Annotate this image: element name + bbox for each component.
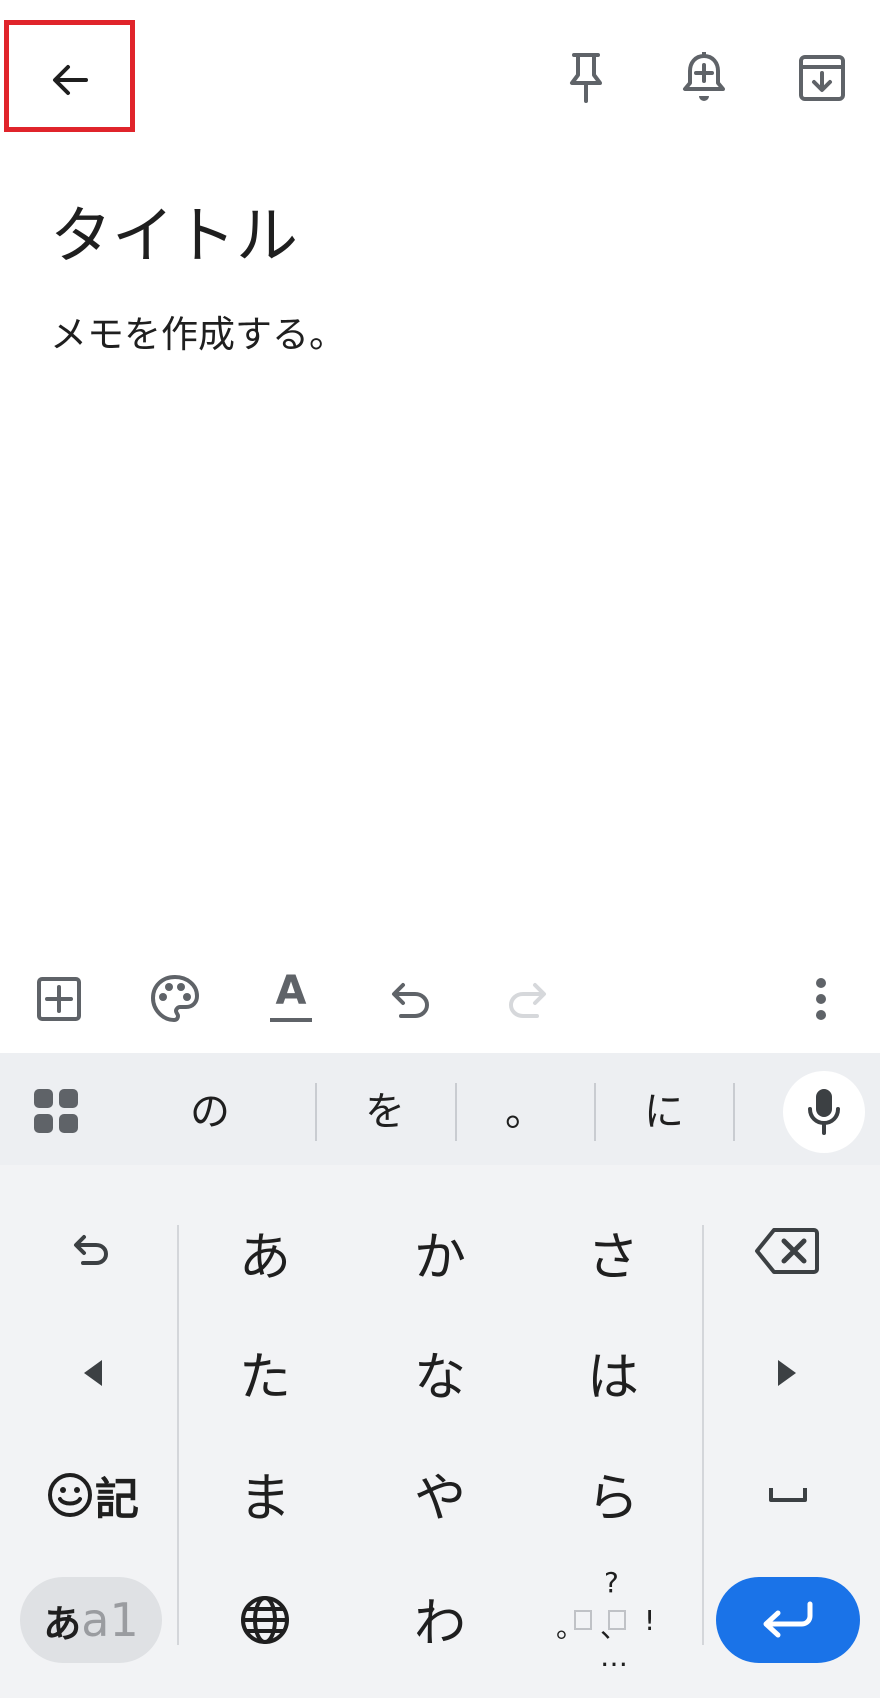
input-mode-key[interactable]: あ a1 [20,1577,162,1663]
back-button-highlight [4,20,135,132]
kana-key[interactable]: た [205,1332,325,1412]
kana-key[interactable]: か [380,1212,500,1292]
cursor-left-key[interactable] [50,1340,134,1406]
kana-key[interactable]: ら [553,1453,673,1533]
kana-key[interactable]: あ [205,1212,325,1292]
text-format-label: A [275,968,307,1014]
kana-key[interactable]: は [553,1332,673,1412]
microphone-icon [806,1087,842,1137]
text-format-button[interactable]: A [258,966,324,1032]
undo-icon [389,979,433,1019]
palette-icon [149,973,201,1025]
punct-box-right [608,1610,626,1630]
archive-button[interactable] [782,46,862,110]
archive-icon [797,53,847,103]
more-vert-icon [815,977,827,1021]
punctuation-key[interactable]: ? 。 、 ! … [548,1566,678,1682]
enter-arrow-icon [760,1600,816,1640]
caret-right-icon [776,1358,800,1388]
globe-icon [239,1594,291,1646]
punct-bottom: … [600,1640,628,1673]
pin-button[interactable] [546,46,626,110]
voice-input-button[interactable] [783,1071,865,1153]
redo-button[interactable] [494,966,560,1032]
grid-icon [32,1087,80,1135]
punct-top: ? [604,1566,619,1599]
symbol-key-label: 記 [95,1474,139,1525]
note-body-input[interactable]: メモを作成する。 [50,316,346,353]
punct-box-left [574,1610,592,1630]
backspace-key[interactable] [742,1214,832,1288]
mode-key-secondary: a1 [81,1593,139,1647]
pin-icon [564,51,608,105]
backspace-icon [754,1226,820,1276]
undo-icon [72,1232,112,1268]
suggestion-divider [733,1083,735,1141]
keyboard-undo-key[interactable] [50,1217,134,1283]
key-divider [702,1225,704,1645]
note-title-input[interactable]: タイトル [50,205,298,267]
undo-button[interactable] [378,966,444,1032]
reminder-button[interactable] [664,46,744,110]
redo-icon [505,979,549,1019]
punct-right: ! [644,1604,656,1637]
mode-key-primary: あ [43,1601,82,1646]
bell-plus-icon [680,50,728,106]
language-key[interactable] [225,1580,305,1660]
add-box-icon [36,976,82,1022]
add-content-button[interactable] [26,966,92,1032]
suggestion-item[interactable]: 。 [455,1078,595,1138]
text-format-icon: A [268,968,314,1024]
caret-left-icon [80,1358,104,1388]
suggestion-item[interactable]: を [315,1078,455,1138]
kana-key[interactable]: さ [553,1212,673,1292]
symbol-key[interactable]: 記 [38,1460,148,1530]
suggestion-item[interactable]: に [594,1078,734,1138]
kana-key[interactable]: や [380,1453,500,1533]
more-options-button[interactable] [788,966,854,1032]
cursor-right-key[interactable] [746,1340,830,1406]
enter-key[interactable] [716,1577,860,1663]
smiley-icon [47,1472,93,1518]
color-palette-button[interactable] [142,966,208,1032]
kana-key[interactable]: ま [205,1453,325,1533]
suggestion-item[interactable]: の [140,1078,280,1138]
space-key[interactable] [746,1462,830,1528]
kana-key[interactable]: な [380,1332,500,1412]
key-divider [177,1225,179,1645]
keyboard-menu-button[interactable] [28,1083,84,1139]
kana-key[interactable]: わ [380,1578,500,1658]
space-icon [768,1486,808,1504]
